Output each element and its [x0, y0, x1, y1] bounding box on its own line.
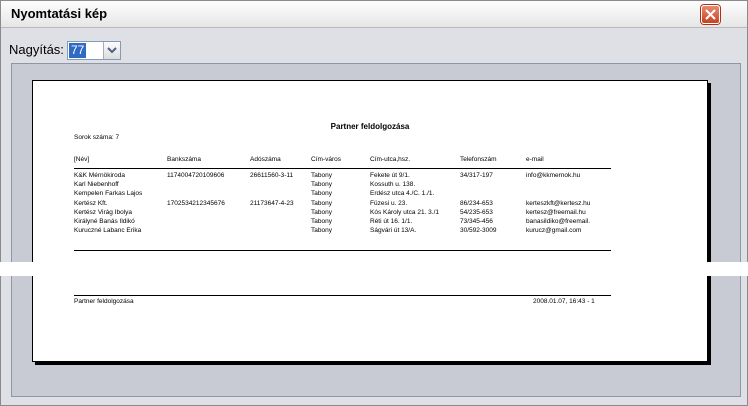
table-cell: Erdész utca 4./C. 1./1. [370, 190, 435, 198]
table-cell: Tabony [311, 172, 332, 179]
table-cell: Tabony [311, 181, 332, 189]
table-cell: 1702534212345676 [167, 199, 225, 207]
table-cell: 73/345-456 [460, 218, 493, 225]
table-cell: Karl Niebenhoff [74, 181, 119, 189]
close-icon [705, 9, 716, 20]
column-header: [Név] [74, 156, 90, 163]
table-cell: info@kkmernok.hu [526, 172, 581, 179]
footer-timestamp: 2008.01.07, 16:43 - 1 [533, 298, 595, 305]
window-title: Nyomtatási kép [11, 6, 108, 21]
zoom-label: Nagyítás: [9, 42, 64, 57]
table-cell: Kertész Virág Ibolya [74, 208, 133, 216]
table-cell: 21173647-4-23 [250, 199, 294, 207]
table-cell: Kertész Kft. [74, 199, 108, 207]
table-cell: banasildiko@freemail. [526, 218, 591, 225]
column-header: Bankszáma [167, 156, 201, 163]
table-cell: Kossuth u. 138. [370, 181, 416, 189]
table-cell: Fekete út 9/1. [370, 172, 410, 179]
footer-title: Partner feldolgozása [74, 298, 134, 305]
footer-rule [74, 295, 611, 296]
table-cell: Tabony [311, 199, 332, 207]
table-bottom-rule [74, 250, 611, 251]
table-cell: Királyné Banás Ildikó [74, 218, 135, 225]
table-cell: 1174004720109606 [167, 172, 225, 179]
zoom-dropdown-button[interactable] [103, 42, 120, 59]
report-page: Partner feldolgozása Sorok száma: 7 [Név… [32, 80, 708, 362]
column-header: e-mail [526, 156, 544, 163]
table-cell: Tabony [311, 218, 332, 225]
column-header: Telefonszám [460, 156, 497, 163]
zoom-select[interactable]: 77 [67, 41, 121, 60]
table-cell: 54/235-653 [460, 208, 493, 216]
table-cell: Réti út 16. 1/1. [370, 218, 413, 225]
table-cell: kurucz@gmail.com [526, 227, 582, 235]
table-cell: 86/234-653 [460, 199, 493, 207]
table-cell: 34/317-197 [460, 172, 493, 179]
report-title: Partner feldolgozása [330, 122, 410, 131]
table-cell: kerteszkft@kertesz.hu [526, 199, 591, 207]
header-rule [74, 168, 611, 169]
table-cell: 30/592-3009 [460, 227, 497, 235]
table-cell: Kuruczné Labanc Erika [74, 227, 142, 235]
table-cell: kertesz@freemail.hu [526, 208, 586, 216]
render-gap [0, 262, 748, 276]
table-cell: Kempelen Farkas Lajos [74, 190, 143, 198]
table-cell: Tabony [311, 190, 332, 198]
chevron-down-icon [107, 47, 117, 54]
column-header: Adószáma [250, 156, 281, 163]
close-button[interactable] [701, 5, 720, 24]
table-cell: Tabony [311, 208, 332, 216]
row-count: Sorok száma: 7 [74, 134, 120, 141]
table-cell: Ságvári út 13/A. [370, 227, 417, 235]
column-header: Cím-város [311, 156, 341, 163]
table-cell: Tabony [311, 227, 332, 235]
table-cell: 26611560-3-11 [250, 172, 294, 179]
table-cell: Kós Károly utca 21. 3./1 [370, 208, 440, 216]
zoom-value: 77 [69, 43, 87, 58]
table-cell: K&K Mérnökiroda [74, 172, 125, 179]
column-header: Cím-utca,hsz. [370, 156, 411, 163]
table-cell: Füzesi u. 23. [370, 199, 408, 207]
title-bar[interactable]: Nyomtatási kép [1, 1, 747, 28]
